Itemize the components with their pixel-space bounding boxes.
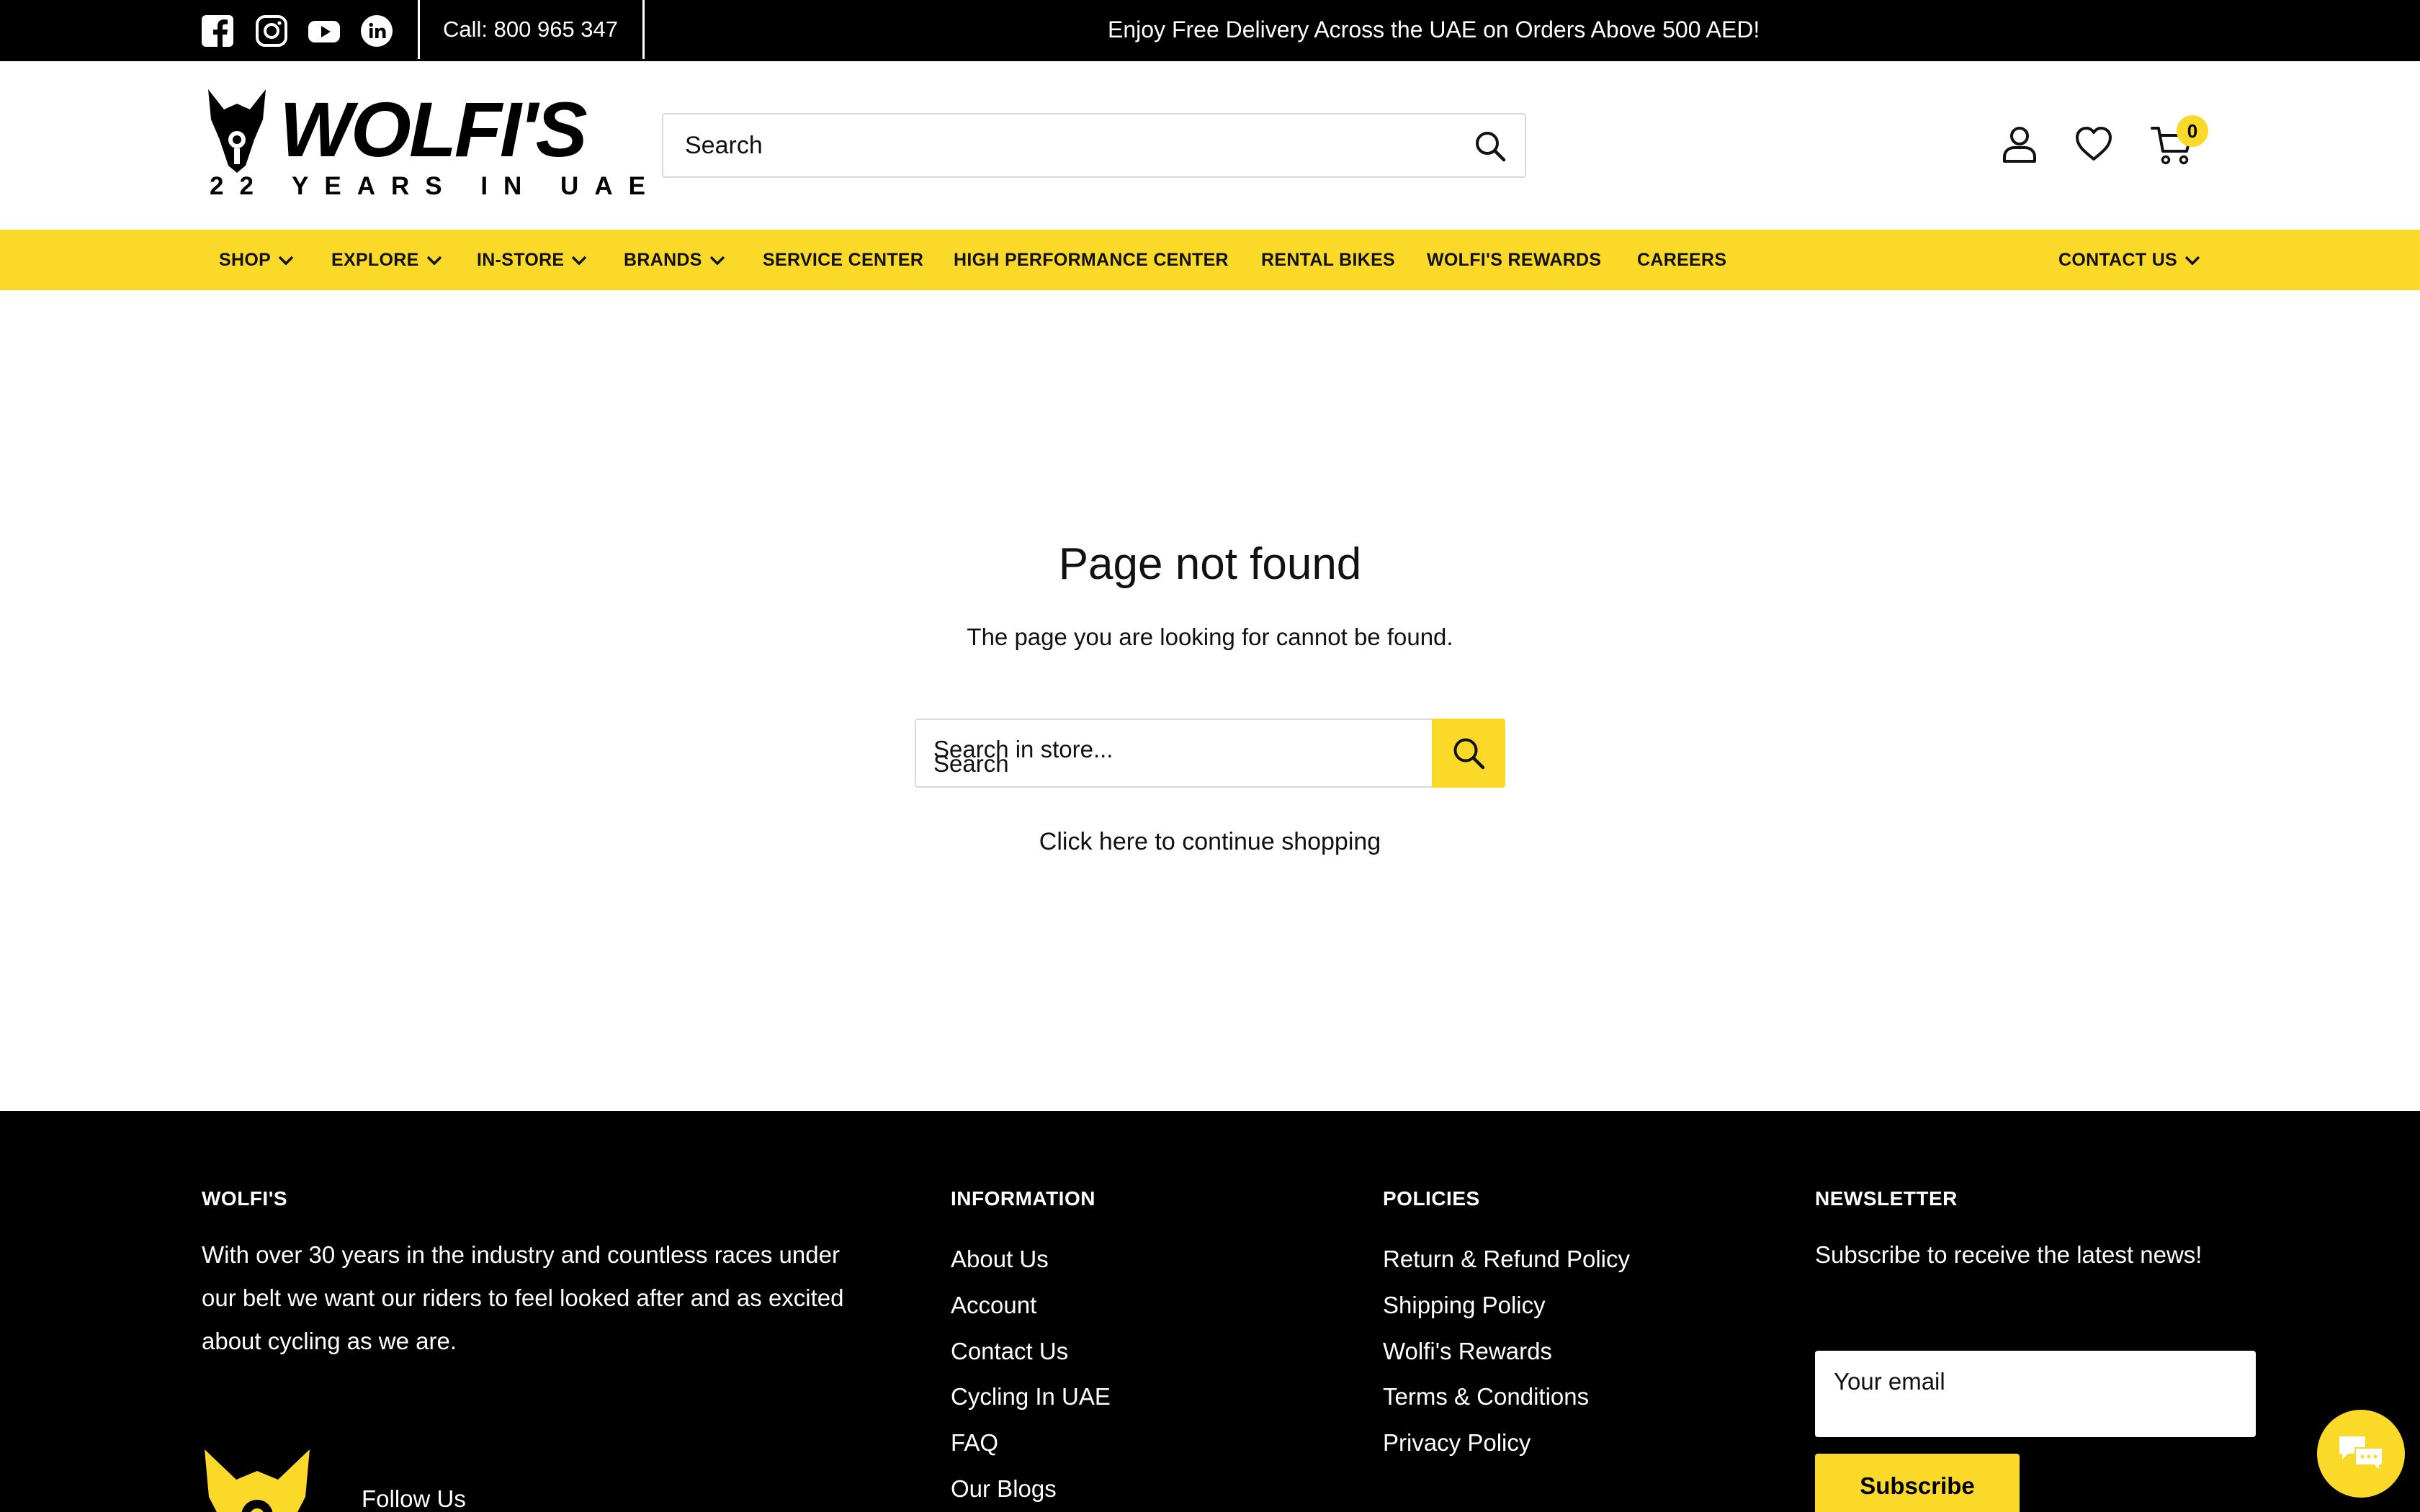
footer-link-account[interactable]: Account <box>951 1291 1036 1320</box>
logo-wordmark: WOLFI'S <box>279 86 588 173</box>
chevron-down-icon <box>2184 256 2200 266</box>
nav-item-careers[interactable]: CAREERS <box>1637 230 1726 290</box>
chevron-down-icon <box>571 256 587 266</box>
instagram-icon[interactable] <box>255 14 288 48</box>
logo-tagline: 22 YEARS IN UAE <box>210 172 661 200</box>
header-search-placeholder: Search <box>685 132 763 159</box>
footer-about-text: With over 30 years in the industry and c… <box>202 1241 844 1354</box>
page-title: Page not found <box>1058 539 1362 589</box>
footer-link-return-refund-policy[interactable]: Return & Refund Policy <box>1383 1245 1630 1274</box>
chat-icon <box>2339 1436 2383 1473</box>
newsletter-text: Subscribe to receive the latest news! <box>1815 1241 2202 1268</box>
chevron-down-icon <box>709 256 725 266</box>
nav-item-wolfis-rewards[interactable]: WOLFI'S REWARDS <box>1427 230 1601 290</box>
continue-shopping-link[interactable]: Click here to continue shopping <box>0 828 2420 856</box>
search-icon <box>1453 738 1485 770</box>
footer-link-about-us[interactable]: About Us <box>951 1245 1049 1274</box>
footer-link-cycling-in-uae[interactable]: Cycling In UAE <box>951 1382 1111 1411</box>
footer-heading-wolfis: WOLFI'S <box>202 1187 288 1210</box>
nav-label: BRANDS <box>624 250 702 270</box>
wolf-head-icon <box>208 89 266 173</box>
email-placeholder: Your email <box>1834 1368 1945 1395</box>
search-icon[interactable] <box>1473 129 1507 163</box>
chat-widget-button[interactable] <box>2317 1410 2405 1498</box>
nav-item-high-performance-center[interactable]: HIGH PERFORMANCE CENTER <box>954 230 1229 290</box>
nav-label: CONTACT US <box>2058 250 2178 270</box>
nav-item-in-store[interactable]: IN-STORE <box>477 230 587 290</box>
page-subtitle: The page you are looking for cannot be f… <box>967 624 1453 650</box>
call-link[interactable]: Call: 800 965 347 <box>443 0 618 59</box>
footer-heading-policies: POLICIES <box>1383 1187 1480 1210</box>
store-search-input[interactable]: Search in store... Search <box>915 719 1505 788</box>
nav-item-explore[interactable]: EXPLORE <box>331 230 442 290</box>
cart-count-badge: 0 <box>2177 115 2208 147</box>
topbar-divider <box>642 0 645 59</box>
newsletter-email-input[interactable]: Your email <box>1815 1351 2256 1437</box>
main-navigation: SHOP EXPLORE IN-STORE BRANDS SERVICE CEN… <box>0 230 2420 290</box>
footer-link-privacy-policy[interactable]: Privacy Policy <box>1383 1428 1531 1457</box>
wishlist-heart-icon[interactable] <box>2074 124 2114 164</box>
nav-item-service-center[interactable]: SERVICE CENTER <box>763 230 923 290</box>
nav-item-contact-us[interactable]: CONTACT US <box>2058 230 2200 290</box>
topbar-divider <box>418 0 420 59</box>
footer-link-shipping-policy[interactable]: Shipping Policy <box>1383 1291 1546 1320</box>
footer-link-wolfis-rewards[interactable]: Wolfi's Rewards <box>1383 1337 1552 1366</box>
nav-label: EXPLORE <box>331 250 419 270</box>
store-search-button[interactable] <box>1432 719 1505 788</box>
nav-item-rental-bikes[interactable]: RENTAL BIKES <box>1261 230 1395 290</box>
chevron-down-icon <box>426 256 442 266</box>
subscribe-button[interactable]: Subscribe <box>1815 1454 2020 1512</box>
nav-item-brands[interactable]: BRANDS <box>624 230 725 290</box>
chevron-down-icon <box>278 256 294 266</box>
account-icon[interactable] <box>1999 124 2040 164</box>
footer-link-terms-conditions[interactable]: Terms & Conditions <box>1383 1382 1589 1411</box>
footer-heading-information: INFORMATION <box>951 1187 1095 1210</box>
footer-heading-newsletter: NEWSLETTER <box>1815 1187 1958 1210</box>
youtube-icon[interactable] <box>308 14 341 48</box>
nav-label: SHOP <box>219 250 272 270</box>
free-delivery-announcement: Enjoy Free Delivery Across the UAE on Or… <box>1108 17 1760 42</box>
wolfis-logo[interactable]: WOLFI'S 22 YEARS IN UAE <box>205 86 645 203</box>
footer-wolf-logo-icon <box>205 1449 310 1512</box>
footer-link-faq[interactable]: FAQ <box>951 1428 998 1457</box>
site-footer: WOLFI'S With over 30 years in the indust… <box>0 1111 2420 1512</box>
header-search-input[interactable]: Search <box>662 113 1526 178</box>
linkedin-icon[interactable] <box>360 14 393 48</box>
announcement-bar: Call: 800 965 347 Enjoy Free Delivery Ac… <box>0 0 2420 61</box>
nav-label: IN-STORE <box>477 250 565 270</box>
footer-link-contact-us[interactable]: Contact Us <box>951 1337 1068 1366</box>
nav-item-shop[interactable]: SHOP <box>219 230 294 290</box>
facebook-icon[interactable] <box>201 14 234 48</box>
footer-link-our-blogs[interactable]: Our Blogs <box>951 1475 1057 1503</box>
follow-us-label: Follow Us <box>362 1485 466 1512</box>
store-search-overlap-label: Search <box>933 750 1009 777</box>
